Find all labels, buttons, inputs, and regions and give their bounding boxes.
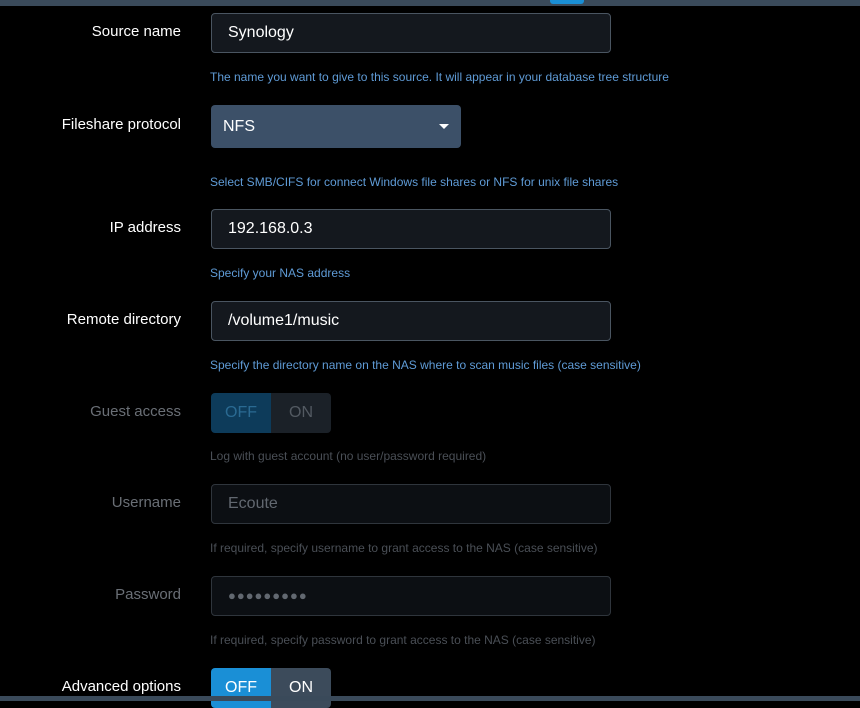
active-tab-indicator xyxy=(550,0,584,4)
fileshare-protocol-label: Fileshare protocol xyxy=(61,116,181,133)
ip-address-label: IP address xyxy=(109,219,181,236)
advanced-options-label: Advanced options xyxy=(61,678,181,695)
fileshare-protocol-value: NFS xyxy=(223,118,255,135)
remote-directory-hint: Specify the directory name on the NAS wh… xyxy=(210,358,641,372)
ip-address-input[interactable]: 192.168.0.3 xyxy=(211,209,611,249)
username-hint: If required, specify username to grant a… xyxy=(210,541,598,555)
password-input[interactable]: ●●●●●●●●● xyxy=(211,576,611,616)
top-bar xyxy=(0,0,860,6)
fileshare-protocol-hint: Select SMB/CIFS for connect Windows file… xyxy=(210,175,619,189)
chevron-down-icon xyxy=(439,124,449,129)
guest-access-on-option[interactable]: ON xyxy=(271,393,331,433)
username-label: Username xyxy=(111,494,181,511)
ip-address-hint: Specify your NAS address xyxy=(210,266,351,280)
guest-access-label: Guest access xyxy=(90,403,181,420)
advanced-options-off-option[interactable]: OFF xyxy=(211,668,271,708)
guest-access-off-option[interactable]: OFF xyxy=(211,393,271,433)
fileshare-protocol-select[interactable]: NFS xyxy=(211,105,461,148)
username-input[interactable]: Ecoute xyxy=(211,484,611,524)
advanced-options-toggle[interactable]: OFF ON xyxy=(211,668,331,708)
guest-access-hint: Log with guest account (no user/password… xyxy=(210,449,487,463)
remote-directory-input[interactable]: /volume1/music xyxy=(211,301,611,341)
remote-directory-label: Remote directory xyxy=(66,311,181,328)
source-name-label: Source name xyxy=(91,23,181,40)
source-name-hint: The name you want to give to this source… xyxy=(210,70,669,84)
password-label: Password xyxy=(115,586,181,603)
advanced-options-on-option[interactable]: ON xyxy=(271,668,331,708)
bottom-bar xyxy=(0,696,860,701)
password-hint: If required, specify password to grant a… xyxy=(210,633,596,647)
guest-access-toggle[interactable]: OFF ON xyxy=(211,393,331,433)
source-name-input[interactable]: Synology xyxy=(211,13,611,53)
